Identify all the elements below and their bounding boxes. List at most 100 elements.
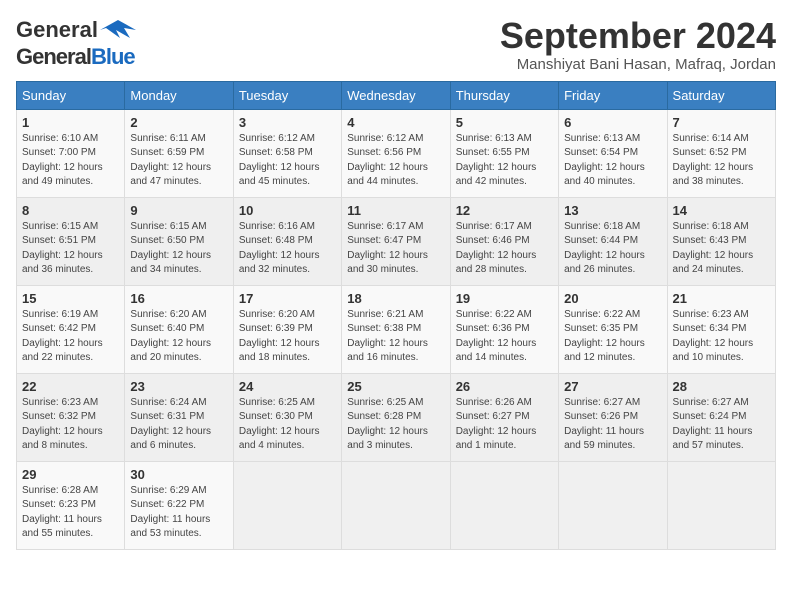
calendar-day-cell: 19Sunrise: 6:22 AMSunset: 6:36 PMDayligh… (450, 285, 558, 373)
day-number: 23 (130, 379, 227, 394)
col-header-monday: Monday (125, 81, 233, 109)
logo-general: General (16, 17, 98, 43)
calendar-day-cell: 17 Sunrise: 6:20 AMSunset: 6:39 PMDayligh… (233, 285, 341, 373)
day-info: Sunrise: 6:13 AMSunset: 6:55 PMDaylight:… (456, 132, 553, 190)
day-number: 5 (456, 115, 553, 130)
calendar-week-row: 1Sunrise: 6:10 AMSunset: 7:00 PMDaylight… (17, 109, 776, 197)
calendar-day-cell: 9 Sunrise: 6:15 AMSunset: 6:50 PMDaylight… (125, 197, 233, 285)
day-info: Sunrise: 6:12 AMSunset: 6:56 PMDaylight:… (347, 132, 444, 190)
day-info: Sunrise: 6:14 AMSunset: 6:52 PMDaylight:… (673, 132, 770, 190)
day-number: 4 (347, 115, 444, 130)
day-number: 1 (22, 115, 119, 130)
day-info: Sunrise: 6:20 AMSunset: 6:39 PMDaylight:… (239, 308, 336, 366)
calendar-header-row: SundayMondayTuesdayWednesdayThursdayFrid… (17, 81, 776, 109)
page-header: General General Blue September 2024 Mans… (16, 16, 776, 73)
calendar-day-cell: 16Sunrise: 6:20 AMSunset: 6:40 PMDayligh… (125, 285, 233, 373)
calendar-week-row: 15Sunrise: 6:19 AMSunset: 6:42 PMDayligh… (17, 285, 776, 373)
day-number: 17 (239, 291, 336, 306)
calendar-day-cell: 24Sunrise: 6:25 AMSunset: 6:30 PMDayligh… (233, 373, 341, 461)
empty-cell (559, 461, 667, 549)
logo-blue-text: Blue (91, 44, 135, 70)
calendar-week-row: 29 Sunrise: 6:28 AMSunset: 6:23 PMDayligh… (17, 461, 776, 549)
logo-text: General (16, 16, 136, 44)
calendar-day-cell: 23 Sunrise: 6:24 AMSunset: 6:31 PMDayligh… (125, 373, 233, 461)
day-number: 29 (22, 467, 119, 482)
calendar-week-row: 22 Sunrise: 6:23 AMSunset: 6:32 PMDayligh… (17, 373, 776, 461)
day-number: 2 (130, 115, 227, 130)
day-info: Sunrise: 6:15 AMSunset: 6:50 PMDaylight:… (130, 220, 227, 278)
day-number: 21 (673, 291, 770, 306)
calendar-day-cell: 10Sunrise: 6:16 AMSunset: 6:48 PMDayligh… (233, 197, 341, 285)
calendar-day-cell: 12Sunrise: 6:17 AMSunset: 6:46 PMDayligh… (450, 197, 558, 285)
col-header-thursday: Thursday (450, 81, 558, 109)
calendar-day-cell: 18 Sunrise: 6:21 AMSunset: 6:38 PMDayligh… (342, 285, 450, 373)
day-info: Sunrise: 6:12 AMSunset: 6:58 PMDaylight:… (239, 132, 336, 190)
empty-cell (450, 461, 558, 549)
day-number: 19 (456, 291, 553, 306)
calendar-day-cell: 5 Sunrise: 6:13 AMSunset: 6:55 PMDaylight… (450, 109, 558, 197)
day-info: Sunrise: 6:17 AMSunset: 6:46 PMDaylight:… (456, 220, 553, 278)
empty-cell (342, 461, 450, 549)
calendar-day-cell: 2 Sunrise: 6:11 AMSunset: 6:59 PMDaylight… (125, 109, 233, 197)
col-header-saturday: Saturday (667, 81, 775, 109)
calendar-day-cell: 6 Sunrise: 6:13 AMSunset: 6:54 PMDaylight… (559, 109, 667, 197)
day-number: 27 (564, 379, 661, 394)
day-number: 6 (564, 115, 661, 130)
day-number: 18 (347, 291, 444, 306)
day-info: Sunrise: 6:11 AMSunset: 6:59 PMDaylight:… (130, 132, 227, 190)
logo: General General Blue (16, 16, 136, 70)
empty-cell (233, 461, 341, 549)
calendar-day-cell: 26 Sunrise: 6:26 AMSunset: 6:27 PMDayligh… (450, 373, 558, 461)
day-info: Sunrise: 6:24 AMSunset: 6:31 PMDaylight:… (130, 396, 227, 454)
day-info: Sunrise: 6:20 AMSunset: 6:40 PMDaylight:… (130, 308, 227, 366)
day-info: Sunrise: 6:21 AMSunset: 6:38 PMDaylight:… (347, 308, 444, 366)
calendar-day-cell: 27 Sunrise: 6:27 AMSunset: 6:26 PMDayligh… (559, 373, 667, 461)
calendar-day-cell: 30 Sunrise: 6:29 AMSunset: 6:22 PMDayligh… (125, 461, 233, 549)
col-header-sunday: Sunday (17, 81, 125, 109)
day-info: Sunrise: 6:27 AMSunset: 6:26 PMDaylight:… (564, 396, 661, 454)
day-info: Sunrise: 6:15 AMSunset: 6:51 PMDaylight:… (22, 220, 119, 278)
day-info: Sunrise: 6:23 AMSunset: 6:32 PMDaylight:… (22, 396, 119, 454)
day-number: 11 (347, 203, 444, 218)
day-info: Sunrise: 6:26 AMSunset: 6:27 PMDaylight:… (456, 396, 553, 454)
logo-general-text: General (16, 44, 91, 70)
location-title: Manshiyat Bani Hasan, Mafraq, Jordan (500, 56, 776, 73)
day-info: Sunrise: 6:18 AMSunset: 6:44 PMDaylight:… (564, 220, 661, 278)
empty-cell (667, 461, 775, 549)
calendar-day-cell: 22 Sunrise: 6:23 AMSunset: 6:32 PMDayligh… (17, 373, 125, 461)
calendar-day-cell: 25Sunrise: 6:25 AMSunset: 6:28 PMDayligh… (342, 373, 450, 461)
day-number: 22 (22, 379, 119, 394)
day-info: Sunrise: 6:22 AMSunset: 6:35 PMDaylight:… (564, 308, 661, 366)
calendar-day-cell: 3 Sunrise: 6:12 AMSunset: 6:58 PMDaylight… (233, 109, 341, 197)
logo-bird-icon (100, 16, 136, 44)
day-number: 24 (239, 379, 336, 394)
title-block: September 2024 Manshiyat Bani Hasan, Maf… (500, 16, 776, 73)
calendar-day-cell: 13 Sunrise: 6:18 AMSunset: 6:44 PMDayligh… (559, 197, 667, 285)
day-info: Sunrise: 6:23 AMSunset: 6:34 PMDaylight:… (673, 308, 770, 366)
calendar-day-cell: 1Sunrise: 6:10 AMSunset: 7:00 PMDaylight… (17, 109, 125, 197)
day-info: Sunrise: 6:28 AMSunset: 6:23 PMDaylight:… (22, 484, 119, 542)
col-header-wednesday: Wednesday (342, 81, 450, 109)
day-number: 13 (564, 203, 661, 218)
day-number: 20 (564, 291, 661, 306)
day-number: 26 (456, 379, 553, 394)
day-info: Sunrise: 6:17 AMSunset: 6:47 PMDaylight:… (347, 220, 444, 278)
day-info: Sunrise: 6:29 AMSunset: 6:22 PMDaylight:… (130, 484, 227, 542)
day-number: 9 (130, 203, 227, 218)
day-info: Sunrise: 6:13 AMSunset: 6:54 PMDaylight:… (564, 132, 661, 190)
day-info: Sunrise: 6:19 AMSunset: 6:42 PMDaylight:… (22, 308, 119, 366)
day-number: 30 (130, 467, 227, 482)
calendar-day-cell: 21 Sunrise: 6:23 AMSunset: 6:34 PMDayligh… (667, 285, 775, 373)
calendar-day-cell: 14Sunrise: 6:18 AMSunset: 6:43 PMDayligh… (667, 197, 775, 285)
day-number: 3 (239, 115, 336, 130)
calendar-day-cell: 8Sunrise: 6:15 AMSunset: 6:51 PMDaylight… (17, 197, 125, 285)
calendar-day-cell: 29 Sunrise: 6:28 AMSunset: 6:23 PMDayligh… (17, 461, 125, 549)
calendar-day-cell: 20 Sunrise: 6:22 AMSunset: 6:35 PMDayligh… (559, 285, 667, 373)
calendar-table: SundayMondayTuesdayWednesdayThursdayFrid… (16, 81, 776, 550)
calendar-day-cell: 4 Sunrise: 6:12 AMSunset: 6:56 PMDaylight… (342, 109, 450, 197)
calendar-day-cell: 11 Sunrise: 6:17 AMSunset: 6:47 PMDayligh… (342, 197, 450, 285)
col-header-friday: Friday (559, 81, 667, 109)
calendar-day-cell: 15Sunrise: 6:19 AMSunset: 6:42 PMDayligh… (17, 285, 125, 373)
day-info: Sunrise: 6:27 AMSunset: 6:24 PMDaylight:… (673, 396, 770, 454)
day-info: Sunrise: 6:25 AMSunset: 6:28 PMDaylight:… (347, 396, 444, 454)
